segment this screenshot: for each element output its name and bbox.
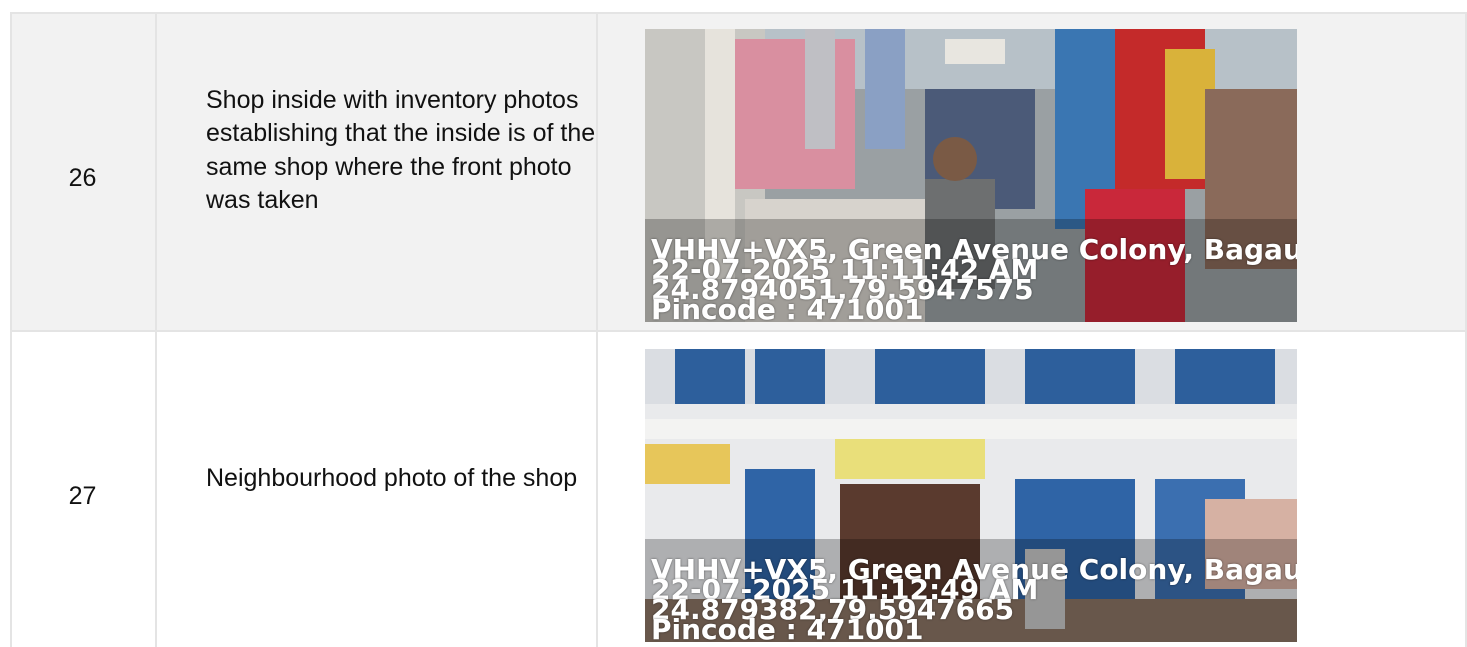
column-divider (155, 12, 157, 647)
photo-evidence-table: 26 Shop inside with inventory photos est… (0, 0, 1467, 647)
table-row: 27 Neighbourhood photo of the shop VHHV+… (10, 332, 1467, 647)
row-description: Neighbourhood photo of the shop (206, 464, 578, 492)
table-row: 26 Shop inside with inventory photos est… (10, 12, 1467, 332)
neighbourhood-photo: VHHV+VX5, Green Avenue Colony, Bagauta, … (645, 349, 1297, 642)
column-divider (596, 12, 598, 647)
table-border (10, 12, 12, 647)
photo-geotag-overlay: VHHV+VX5, Green Avenue Colony, Bagauta, … (651, 556, 1297, 643)
photo-geotag-overlay: VHHV+VX5, Green Avenue Colony, Bagauta, … (651, 236, 1297, 323)
row-number: 26 (68, 164, 97, 192)
shop-inside-photo: VHHV+VX5, Green Avenue Colony, Bagauta, … (645, 29, 1297, 322)
row-number: 27 (68, 482, 97, 510)
row-description: Shop inside with inventory photos establ… (206, 86, 596, 214)
